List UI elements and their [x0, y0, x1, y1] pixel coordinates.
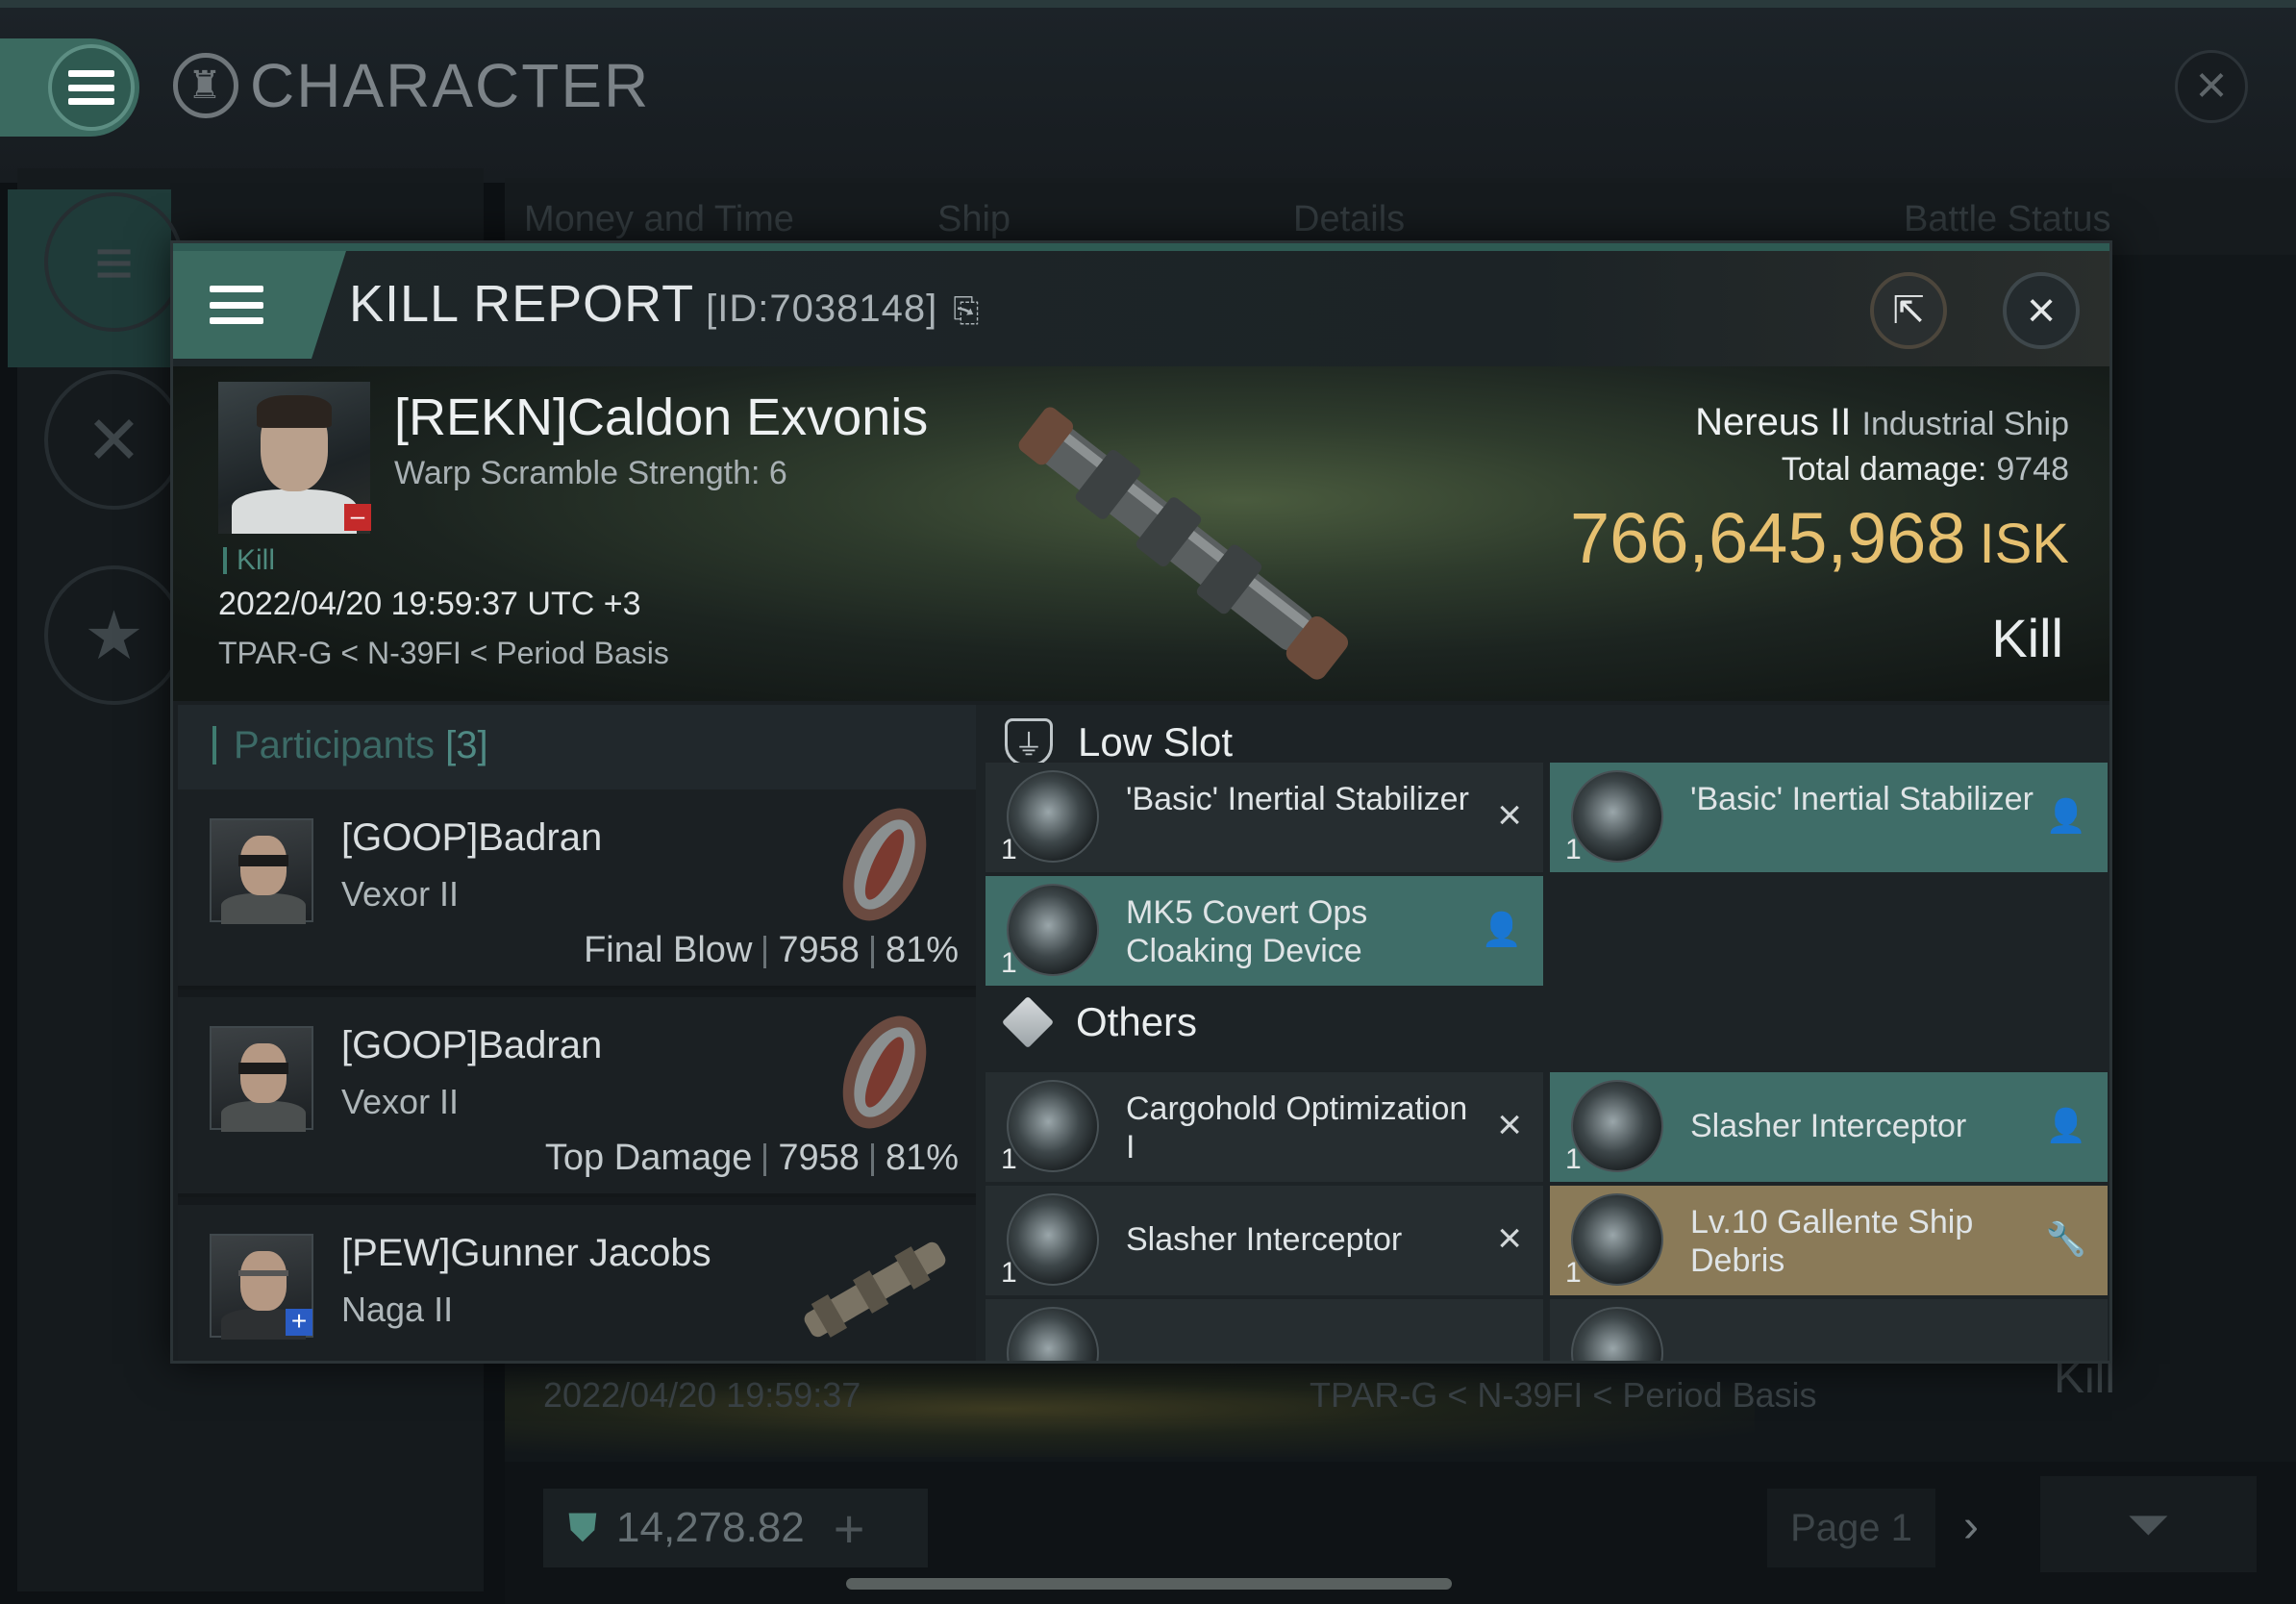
participant-avatar	[210, 1026, 313, 1132]
cloaking-device-icon	[1007, 884, 1099, 976]
balance-box: ⛊ 14,278.82 +	[543, 1489, 928, 1567]
inertial-stabilizer-icon	[1007, 770, 1099, 863]
modal-title: KILL REPORT [ID:7038148] ⎘	[349, 275, 981, 333]
participant-row[interactable]: [GOOP]Badran Vexor II Top Damage 7958 81%	[178, 997, 976, 1197]
hamburger-icon	[48, 44, 135, 131]
fitting-item-salvage[interactable]: 1 Lv.10 Gallente Ship Debris 🔧	[1550, 1186, 2108, 1295]
person-icon: 👤	[2045, 1108, 2086, 1144]
home-indicator	[846, 1578, 1452, 1590]
page-indicator[interactable]: Page 1	[1767, 1489, 1935, 1567]
fitting-item-dropped[interactable]: 1 MK5 Covert Ops Cloaking Device 👤	[986, 876, 1543, 986]
fitting-item-dropped[interactable]: 1 Slasher Interceptor 👤	[1550, 1072, 2108, 1182]
destroyed-icon: ×	[1497, 791, 1522, 839]
destroyed-icon: ×	[1497, 1101, 1522, 1148]
victim-name[interactable]: [REKN]Caldon Exvonis	[394, 388, 928, 447]
victim-banner: – [REKN]Caldon Exvonis Warp Scramble Str…	[173, 366, 2109, 701]
app-title: ♜ CHARACTER	[173, 50, 650, 121]
fitting-item-destroyed[interactable]: 1 Cargohold Optimization I ×	[986, 1072, 1543, 1182]
others-header: Others	[1001, 995, 1197, 1049]
filter-button[interactable]: ⏷	[2040, 1476, 2257, 1572]
modal-accent	[173, 243, 2109, 251]
fitting-item-destroyed[interactable]: 1 'Basic' Inertial Stabilizer ×	[986, 763, 1543, 872]
corp-badge-icon: –	[344, 503, 371, 531]
total-damage: Total damage: 9748	[1781, 451, 2069, 488]
inertial-stabilizer-icon	[1571, 770, 1663, 863]
corp-badge-icon: +	[286, 1308, 312, 1336]
destroyed-icon: ×	[1497, 1215, 1522, 1262]
participant-row[interactable]: + [PEW]Gunner Jacobs Naga II	[178, 1205, 976, 1361]
copy-icon[interactable]: ⎘	[953, 292, 980, 329]
cargohold-optimization-icon	[1007, 1080, 1099, 1172]
isk-value: 766,645,968 ISK	[1569, 498, 2069, 578]
result-label: Kill	[1991, 608, 2063, 668]
fittings-panel: ⏚ Low Slot 1 'Basic' Inertial Stabilizer…	[976, 705, 2109, 1361]
kill-time: 2022/04/20 19:59:37 UTC +3	[218, 586, 641, 622]
main-menu-button[interactable]	[0, 38, 139, 137]
character-icon: ♜	[173, 53, 238, 118]
fitting-item-destroyed[interactable]: 1 Slasher Interceptor ×	[986, 1186, 1543, 1295]
wallet-icon: ⛊	[568, 1506, 597, 1549]
background-row-location: TPAR-G < N-39FI < Period Basis	[1310, 1375, 1817, 1415]
combat-icon[interactable]: ✕	[44, 370, 184, 510]
share-icon: ⇱	[1892, 289, 1925, 332]
hamburger-icon	[210, 286, 263, 324]
next-page-icon[interactable]: ›	[1963, 1500, 1979, 1553]
kill-tag: Kill	[223, 546, 275, 575]
low-slot-header: ⏚ Low Slot	[1005, 718, 1233, 766]
warp-scramble: Warp Scramble Strength: 6	[394, 455, 787, 491]
background-row-time: 2022/04/20 19:59:37	[543, 1375, 861, 1415]
fitting-item-dropped[interactable]: 1 'Basic' Inertial Stabilizer 👤	[1550, 763, 2108, 872]
fitting-item-partial[interactable]	[1550, 1299, 2108, 1361]
ship-render-image	[1018, 407, 1349, 680]
share-button[interactable]: ⇱	[1870, 272, 1947, 349]
close-icon: ×	[2026, 283, 2057, 338]
person-icon: 👤	[1481, 912, 1522, 948]
item-icon	[1007, 1307, 1099, 1361]
star-icon[interactable]: ★	[44, 565, 184, 705]
close-button[interactable]: ×	[2003, 272, 2080, 349]
kill-report-modal: KILL REPORT [ID:7038148] ⎘ ⇱ × – [REKN]Ca…	[170, 240, 2112, 1364]
low-slot-icon: ⏚	[1005, 718, 1053, 766]
ship-name[interactable]: Nereus II Industrial Ship	[1695, 401, 2069, 444]
participant-avatar	[210, 818, 313, 924]
list-menu-icon[interactable]: ≡	[44, 192, 184, 332]
cargo-icon	[1001, 995, 1055, 1049]
item-icon	[1571, 1307, 1663, 1361]
participants-header: Participants [3]	[178, 705, 976, 789]
wrench-icon: 🔧	[2045, 1221, 2086, 1258]
ship-debris-icon	[1571, 1193, 1663, 1286]
fitting-item-partial[interactable]	[986, 1299, 1543, 1361]
filter-icon: ⏷	[2127, 1492, 2170, 1554]
participant-ship-image	[804, 1241, 946, 1338]
participant-ship-image	[842, 1015, 927, 1129]
participants-panel: Participants [3] [GOOP]Badran Vexor II F…	[178, 705, 976, 1361]
add-funds-button[interactable]: +	[834, 1497, 865, 1560]
participant-stats: Final Blow 7958 81%	[584, 930, 959, 970]
person-icon: 👤	[2045, 798, 2086, 835]
kill-location[interactable]: TPAR-G < N-39FI < Period Basis	[218, 636, 669, 671]
participant-stats: Top Damage 7958 81%	[544, 1138, 959, 1178]
slasher-interceptor-icon	[1571, 1080, 1663, 1172]
participant-row[interactable]: [GOOP]Badran Vexor II Final Blow 7958 81%	[178, 789, 976, 990]
slasher-interceptor-icon	[1007, 1193, 1099, 1286]
participant-ship-image	[842, 808, 927, 921]
app-close-button[interactable]: ×	[2175, 50, 2248, 123]
